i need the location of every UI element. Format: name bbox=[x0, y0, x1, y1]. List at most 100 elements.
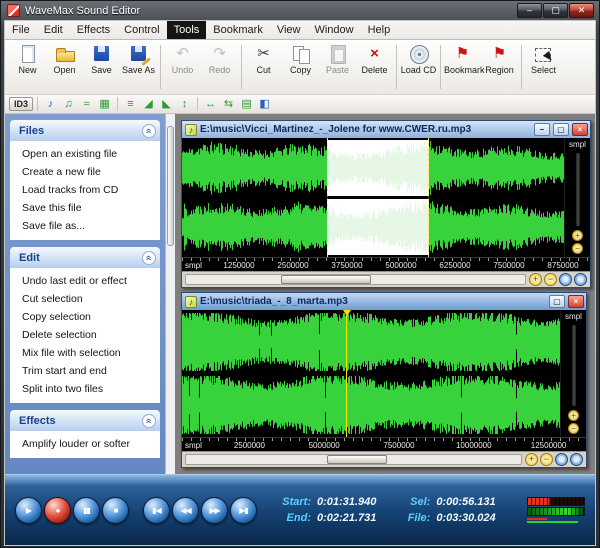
menu-view[interactable]: View bbox=[270, 21, 308, 39]
swap-channels-icon[interactable]: ⇆ bbox=[220, 96, 237, 112]
minimize-button[interactable]: – bbox=[517, 3, 542, 18]
task-copy[interactable]: Copy selection bbox=[10, 308, 160, 326]
save-button[interactable]: Save bbox=[83, 43, 120, 75]
menu-control[interactable]: Control bbox=[117, 21, 166, 39]
editor-minimize-button[interactable]: – bbox=[534, 123, 550, 136]
magnify-in-button[interactable]: ⊕ bbox=[555, 453, 568, 466]
editor-close-button[interactable]: × bbox=[568, 295, 584, 308]
editor-title-bar[interactable]: ♪ E:\music\Vicci_Martinez_-_Jolene for w… bbox=[182, 121, 590, 138]
collapse-chevron-icon[interactable]: » bbox=[142, 124, 156, 138]
vertical-scrollbar[interactable] bbox=[572, 325, 576, 406]
mix-icon[interactable]: ♫ bbox=[60, 96, 77, 112]
task-undo[interactable]: Undo last edit or effect bbox=[10, 272, 160, 290]
menu-edit[interactable]: Edit bbox=[37, 21, 70, 39]
toolbar-separator bbox=[396, 45, 397, 89]
waveform-display[interactable] bbox=[182, 138, 564, 257]
zoom-in-button[interactable]: + bbox=[529, 273, 542, 286]
waveform-channel-left[interactable] bbox=[182, 140, 564, 196]
close-button[interactable]: ✕ bbox=[569, 3, 594, 18]
editor-maximize-button[interactable]: ▢ bbox=[553, 123, 569, 136]
cut-button[interactable]: ✂ Cut bbox=[245, 43, 282, 75]
scrollbar-thumb[interactable] bbox=[167, 126, 174, 246]
task-mix[interactable]: Mix file with selection bbox=[10, 344, 160, 362]
editor-close-button[interactable]: × bbox=[572, 123, 588, 136]
pause-button[interactable]: ▮▮ bbox=[73, 497, 100, 524]
magnify-out-button[interactable]: ⊖ bbox=[570, 453, 583, 466]
task-open-file[interactable]: Open an existing file bbox=[10, 145, 160, 163]
scrollbar-thumb[interactable] bbox=[281, 275, 371, 284]
equalizer-icon[interactable]: ≡ bbox=[122, 96, 139, 112]
editor-maximize-button[interactable]: ▢ bbox=[549, 295, 565, 308]
new-button[interactable]: New bbox=[9, 43, 46, 75]
vertical-zoom-out-button[interactable]: − bbox=[572, 243, 583, 254]
scrollbar-thumb[interactable] bbox=[327, 455, 387, 464]
menu-bookmark[interactable]: Bookmark bbox=[206, 21, 270, 39]
id3-button[interactable]: ID3 bbox=[9, 97, 33, 111]
zoom-out-button[interactable]: − bbox=[544, 273, 557, 286]
task-pane-scrollbar[interactable] bbox=[165, 114, 175, 474]
normalize-icon[interactable]: ↕ bbox=[176, 96, 193, 112]
horizontal-scrollbar[interactable] bbox=[185, 274, 526, 285]
vertical-zoom-out-button[interactable]: − bbox=[568, 423, 579, 434]
record-button[interactable]: ● bbox=[44, 497, 71, 524]
fade-out-icon[interactable]: ◣ bbox=[158, 96, 175, 112]
vertical-zoom-in-button[interactable]: + bbox=[572, 230, 583, 241]
skip-start-button[interactable]: ▮◀ bbox=[143, 497, 170, 524]
waveform-channel-right[interactable] bbox=[182, 375, 560, 435]
task-save-as[interactable]: Save file as... bbox=[10, 217, 160, 235]
convert-icon[interactable]: ▤ bbox=[238, 96, 255, 112]
collapse-chevron-icon[interactable]: » bbox=[142, 251, 156, 265]
skip-end-button[interactable]: ▶▮ bbox=[230, 497, 257, 524]
panel-effects-header[interactable]: Effects » bbox=[10, 410, 160, 431]
magnify-out-button[interactable]: ⊖ bbox=[574, 273, 587, 286]
maximize-button[interactable]: ▢ bbox=[543, 3, 568, 18]
play-button[interactable]: ▶ bbox=[15, 497, 42, 524]
menu-window[interactable]: Window bbox=[307, 21, 360, 39]
menu-tools[interactable]: Tools bbox=[167, 21, 207, 39]
vertical-zoom-in-button[interactable]: + bbox=[568, 410, 579, 421]
bookmark-button[interactable]: ⚑ Bookmark bbox=[444, 43, 481, 75]
rewind-button[interactable]: ◀◀ bbox=[172, 497, 199, 524]
waveform-icon[interactable]: ≈ bbox=[78, 96, 95, 112]
region-button[interactable]: ⚑ Region bbox=[481, 43, 518, 75]
horizontal-scrollbar[interactable] bbox=[185, 454, 522, 465]
stop-button[interactable]: ■ bbox=[102, 497, 129, 524]
waveform-display[interactable] bbox=[182, 310, 560, 437]
magnify-in-button[interactable]: ⊕ bbox=[559, 273, 572, 286]
forward-button[interactable]: ▶▶ bbox=[201, 497, 228, 524]
task-cut[interactable]: Cut selection bbox=[10, 290, 160, 308]
panel-files-header[interactable]: Files » bbox=[10, 120, 160, 141]
menu-effects[interactable]: Effects bbox=[70, 21, 117, 39]
menu-help[interactable]: Help bbox=[361, 21, 398, 39]
zoom-in-button[interactable]: + bbox=[525, 453, 538, 466]
save-as-button[interactable]: Save As bbox=[120, 43, 157, 75]
audio-file-icon: ♪ bbox=[185, 296, 197, 308]
zoom-out-button[interactable]: − bbox=[540, 453, 553, 466]
settings-icon[interactable]: ◧ bbox=[256, 96, 273, 112]
fade-in-icon[interactable]: ◢ bbox=[140, 96, 157, 112]
task-delete[interactable]: Delete selection bbox=[10, 326, 160, 344]
editor-title-bar[interactable]: ♪ E:\music\triada_-_8_marta.mp3 ▢ × bbox=[182, 293, 586, 310]
cut-icon: ✂ bbox=[253, 44, 275, 64]
waveform-channel-right[interactable] bbox=[182, 199, 564, 255]
select-button[interactable]: Select bbox=[525, 43, 562, 75]
spectrum-icon[interactable]: ▦ bbox=[96, 96, 113, 112]
task-trim[interactable]: Trim start and end bbox=[10, 362, 160, 380]
waveform-channel-left[interactable] bbox=[182, 312, 560, 372]
delete-button[interactable]: × Delete bbox=[356, 43, 393, 75]
task-save-file[interactable]: Save this file bbox=[10, 199, 160, 217]
stretch-icon[interactable]: ↔ bbox=[202, 96, 219, 112]
task-amplify[interactable]: Amplify louder or softer bbox=[10, 435, 160, 453]
task-create-file[interactable]: Create a new file bbox=[10, 163, 160, 181]
panel-edit-header[interactable]: Edit » bbox=[10, 247, 160, 268]
open-button[interactable]: Open bbox=[46, 43, 83, 75]
task-split[interactable]: Split into two files bbox=[10, 380, 160, 398]
collapse-chevron-icon[interactable]: » bbox=[142, 414, 156, 428]
load-cd-button[interactable]: Load CD bbox=[400, 43, 437, 75]
task-load-cd[interactable]: Load tracks from CD bbox=[10, 181, 160, 199]
menu-file[interactable]: File bbox=[5, 21, 37, 39]
open-audio-icon[interactable]: ♪ bbox=[42, 96, 59, 112]
copy-button[interactable]: Copy bbox=[282, 43, 319, 75]
copy-icon bbox=[290, 44, 312, 64]
vertical-scrollbar[interactable] bbox=[576, 153, 580, 226]
